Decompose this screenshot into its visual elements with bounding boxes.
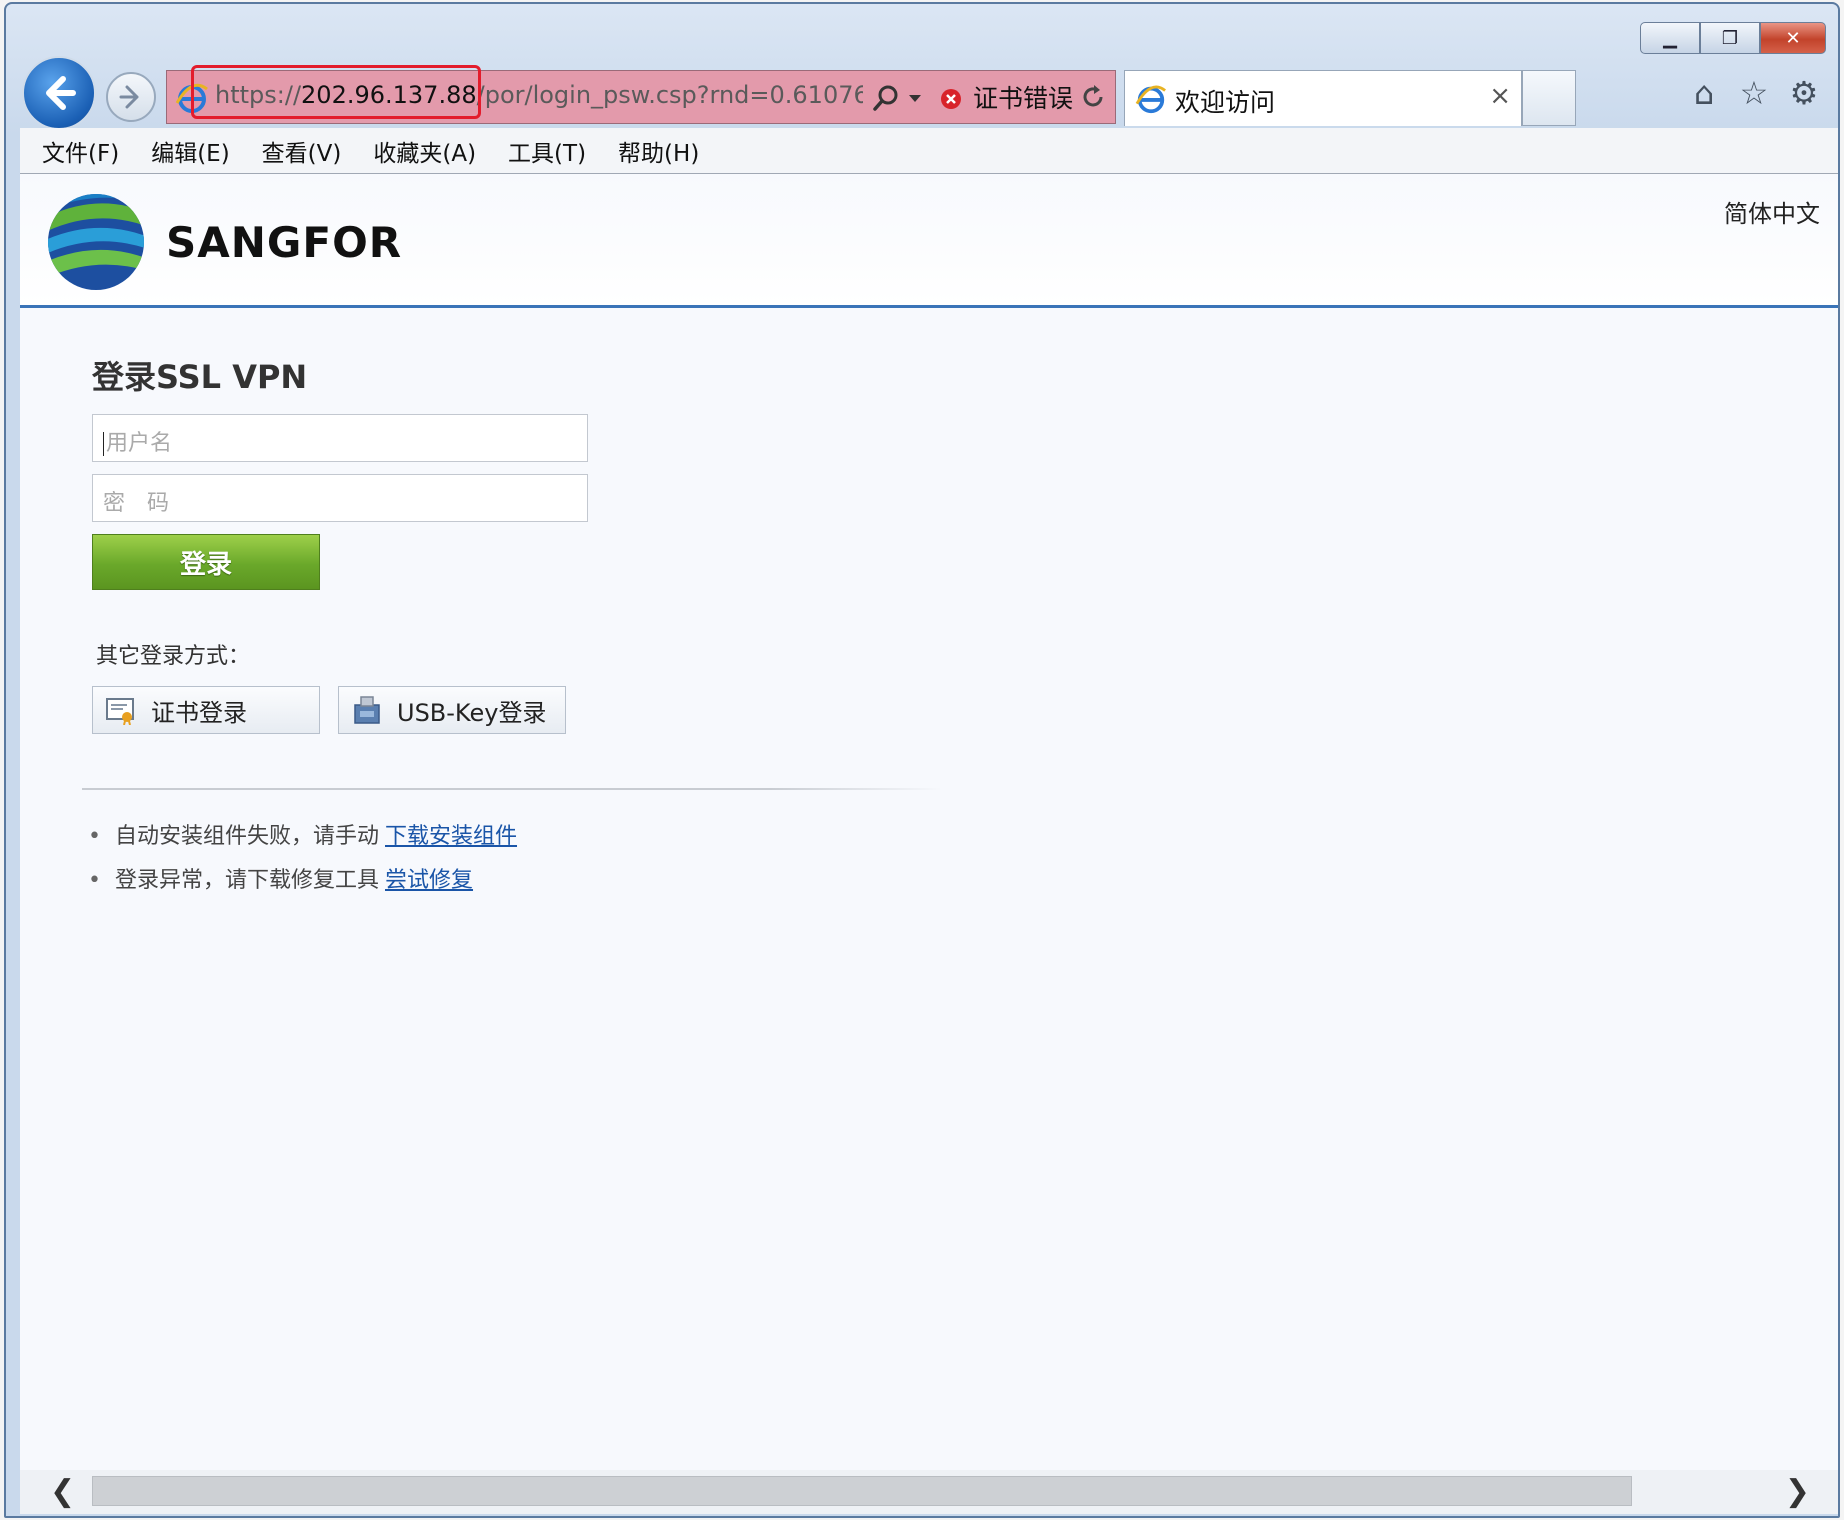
bullet-icon: •	[88, 824, 101, 849]
forward-button[interactable]	[106, 72, 156, 122]
refresh-icon[interactable]	[1079, 83, 1107, 111]
usbkey-login-button[interactable]: USB-Key登录	[338, 686, 566, 734]
tip-text: 自动安装组件失败，请手动	[114, 824, 379, 849]
url-path: /por/login_psw.csp?rnd=0.610766	[476, 81, 863, 109]
gear-icon[interactable]: ⚙	[1786, 74, 1822, 112]
menu-tools[interactable]: 工具(T)	[508, 134, 586, 168]
forward-arrow-icon	[119, 85, 139, 109]
back-button[interactable]	[22, 56, 96, 130]
sangfor-logo-icon	[48, 194, 144, 290]
username-input[interactable]: 用户名	[92, 414, 588, 462]
ie-tab-icon	[1135, 85, 1166, 114]
browser-toolbar-icons: ⌂ ☆ ⚙	[1686, 74, 1822, 112]
scroll-right-icon[interactable]: ❯	[1785, 1474, 1810, 1509]
window-controls: ▁ ❐ ✕	[1640, 22, 1826, 54]
scrollbar-thumb[interactable]	[92, 1476, 1632, 1506]
tab-title: 欢迎访问	[1175, 88, 1276, 117]
home-icon[interactable]: ⌂	[1686, 74, 1722, 112]
address-bar[interactable]: https://202.96.137.88/por/login_psw.csp?…	[166, 65, 1116, 124]
password-placeholder: 密 码	[103, 491, 170, 516]
menu-file[interactable]: 文件(F)	[42, 134, 119, 168]
language-selector[interactable]: 简体中文	[1724, 194, 1820, 229]
password-input[interactable]: 密 码	[92, 474, 588, 522]
page-content: SANGFOR 简体中文 登录SSL VPN 用户名 密 码 登录 其它登录方式…	[20, 174, 1838, 1470]
other-login-methods-label: 其它登录方式：	[96, 644, 251, 669]
page-header: SANGFOR 简体中文	[20, 174, 1838, 308]
tab-close-icon[interactable]: ×	[1489, 81, 1511, 111]
logo-text: SANGFOR	[166, 218, 403, 267]
bullet-icon: •	[88, 868, 101, 893]
tip-repair-tool: • 登录异常，请下载修复工具 尝试修复	[88, 862, 473, 894]
tab-welcome[interactable]: 欢迎访问 ×	[1124, 70, 1522, 126]
search-icon[interactable]	[871, 83, 901, 113]
usbkey-login-label: USB-Key登录	[397, 698, 547, 727]
new-tab-button[interactable]	[1522, 70, 1576, 126]
back-arrow-icon	[46, 76, 76, 110]
cert-login-label: 证书登录	[151, 698, 247, 727]
username-placeholder: 用户名	[106, 431, 173, 456]
minimize-button[interactable]: ▁	[1640, 22, 1700, 54]
section-divider	[82, 788, 942, 790]
text-caret	[103, 432, 104, 456]
menu-view[interactable]: 查看(V)	[262, 134, 342, 168]
try-repair-link[interactable]: 尝试修复	[385, 868, 473, 893]
certificate-icon	[106, 698, 134, 725]
cert-login-button[interactable]: 证书登录	[92, 686, 320, 734]
horizontal-scrollbar[interactable]: ❮ ❯	[20, 1470, 1838, 1514]
url-host-highlight-box	[191, 65, 481, 119]
login-button[interactable]: 登录	[92, 534, 320, 590]
scroll-left-icon[interactable]: ❮	[50, 1474, 75, 1509]
cert-error-icon[interactable]	[939, 87, 963, 111]
favorites-star-icon[interactable]: ☆	[1736, 74, 1772, 112]
usb-key-icon	[354, 696, 380, 724]
tip-text: 登录异常，请下载修复工具	[114, 868, 379, 893]
login-title: 登录SSL VPN	[92, 358, 308, 396]
menu-help[interactable]: 帮助(H)	[618, 134, 699, 168]
browser-window: ▁ ❐ ✕ https://202.96.137.88/por/login_ps…	[4, 2, 1840, 1518]
download-components-link[interactable]: 下载安装组件	[385, 824, 517, 849]
close-button[interactable]: ✕	[1760, 22, 1826, 54]
dropdown-arrow-icon[interactable]	[907, 93, 923, 105]
menu-edit[interactable]: 编辑(E)	[151, 134, 229, 168]
menu-favorites[interactable]: 收藏夹(A)	[373, 134, 476, 168]
cert-error-label[interactable]: 证书错误	[973, 79, 1073, 115]
maximize-button[interactable]: ❐	[1700, 22, 1760, 54]
tip-install-components: • 自动安装组件失败，请手动 下载安装组件	[88, 818, 517, 850]
menu-bar: 文件(F) 编辑(E) 查看(V) 收藏夹(A) 工具(T) 帮助(H)	[20, 128, 1838, 174]
